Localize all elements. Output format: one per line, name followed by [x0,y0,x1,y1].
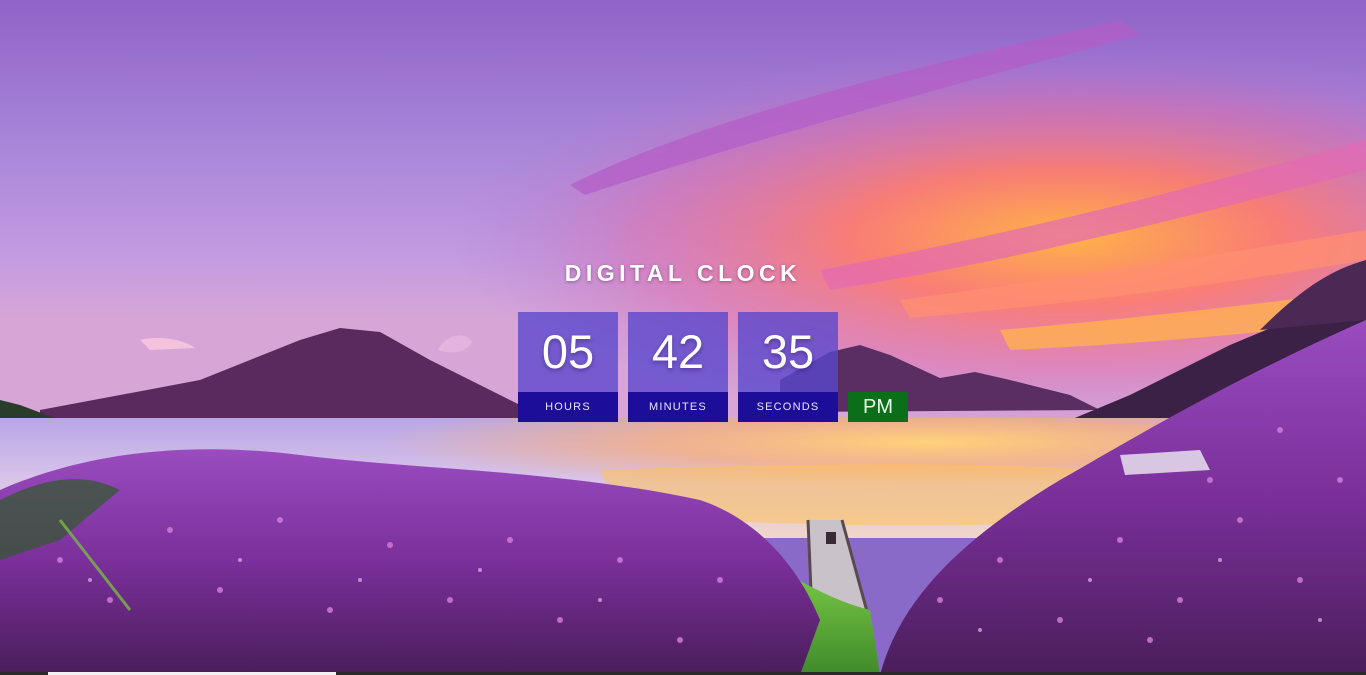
hours-label: HOURS [518,392,618,422]
minutes-label: MINUTES [628,392,728,422]
seconds-value: 35 [738,312,838,392]
clock-title: DIGITAL CLOCK [564,260,802,286]
seconds-label: SECONDS [738,392,838,422]
meridiem-badge: PM [848,392,908,422]
hours-value: 05 [518,312,618,392]
minutes-value: 42 [628,312,728,392]
digital-clock: DIGITAL CLOCK 05 HOURS 42 MINUTES 35 SEC… [0,0,1366,675]
minutes-unit: 42 MINUTES [628,312,728,422]
hours-unit: 05 HOURS [518,312,618,422]
seconds-unit: 35 SECONDS [738,312,838,422]
